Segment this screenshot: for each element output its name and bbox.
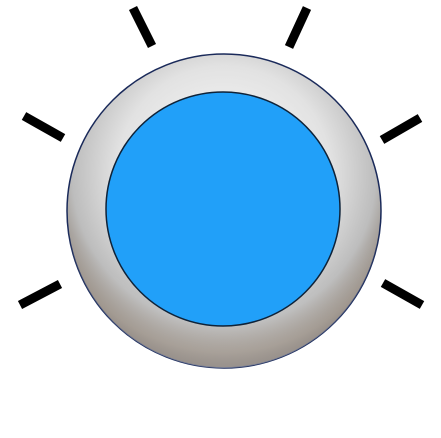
tick-mark: [380, 279, 425, 309]
knob-widget[interactable]: [0, 0, 441, 438]
rotary-knob-icon[interactable]: [0, 0, 441, 438]
knob-face[interactable]: [105, 91, 341, 327]
tick-mark: [379, 114, 423, 144]
tick-mark: [17, 280, 63, 309]
tick-mark: [21, 112, 66, 142]
tick-mark: [128, 5, 157, 49]
tick-mark: [284, 6, 312, 49]
